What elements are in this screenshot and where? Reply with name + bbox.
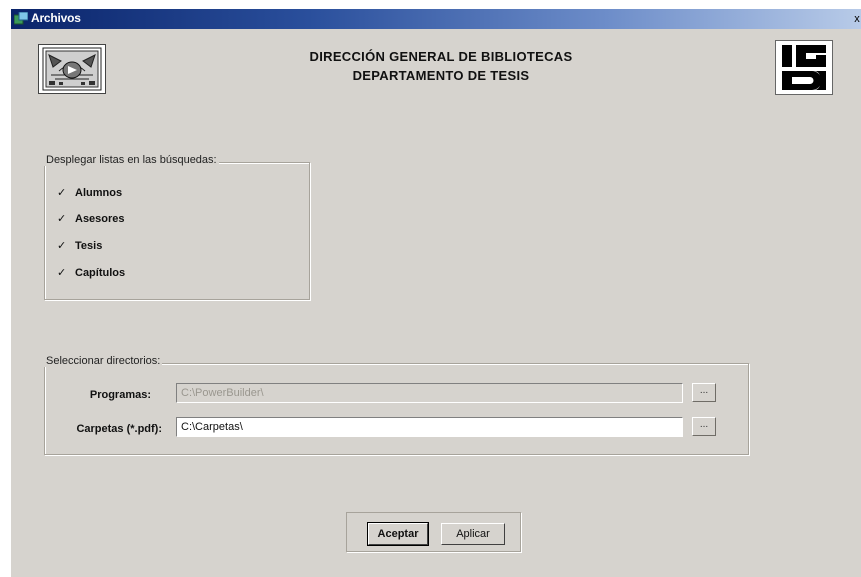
archivos-window: Archivos x DIRECCIÓN GENERAL DE BIBLIOTE… bbox=[10, 8, 861, 577]
search-lists-group bbox=[44, 162, 310, 300]
window-title: Archivos bbox=[31, 11, 81, 25]
directories-group bbox=[44, 363, 749, 455]
checkmark-icon[interactable]: ✓ bbox=[57, 268, 67, 279]
app-icon bbox=[14, 12, 28, 25]
carpetas-path-input[interactable] bbox=[176, 417, 683, 437]
carpetas-label: Carpetas (*.pdf): bbox=[76, 423, 162, 435]
unam-seal-logo bbox=[38, 44, 106, 94]
programas-browse-button[interactable]: ... bbox=[692, 383, 716, 402]
accept-button[interactable]: Aceptar bbox=[367, 522, 429, 546]
checkmark-icon[interactable]: ✓ bbox=[57, 214, 67, 225]
header-subtitle: DEPARTAMENTO DE TESIS bbox=[352, 68, 530, 83]
checkmark-icon[interactable]: ✓ bbox=[57, 188, 67, 199]
title-bar[interactable]: Archivos x bbox=[11, 9, 861, 29]
programas-label: Programas: bbox=[89, 389, 151, 401]
dgb-logo bbox=[775, 40, 833, 95]
apply-button[interactable]: Aplicar bbox=[441, 523, 505, 545]
close-icon[interactable]: x bbox=[852, 12, 861, 26]
search-lists-legend: Desplegar listas en las búsquedas: bbox=[44, 154, 219, 166]
page-header: DIRECCIÓN GENERAL DE BIBLIOTECAS DEPARTA… bbox=[251, 47, 631, 85]
directories-legend: Seleccionar directorios: bbox=[44, 355, 163, 367]
carpetas-browse-button[interactable]: ... bbox=[692, 417, 716, 436]
header-title: DIRECCIÓN GENERAL DE BIBLIOTECAS bbox=[309, 49, 573, 64]
programas-path-input[interactable] bbox=[176, 383, 683, 403]
checkmark-icon[interactable]: ✓ bbox=[57, 241, 67, 252]
